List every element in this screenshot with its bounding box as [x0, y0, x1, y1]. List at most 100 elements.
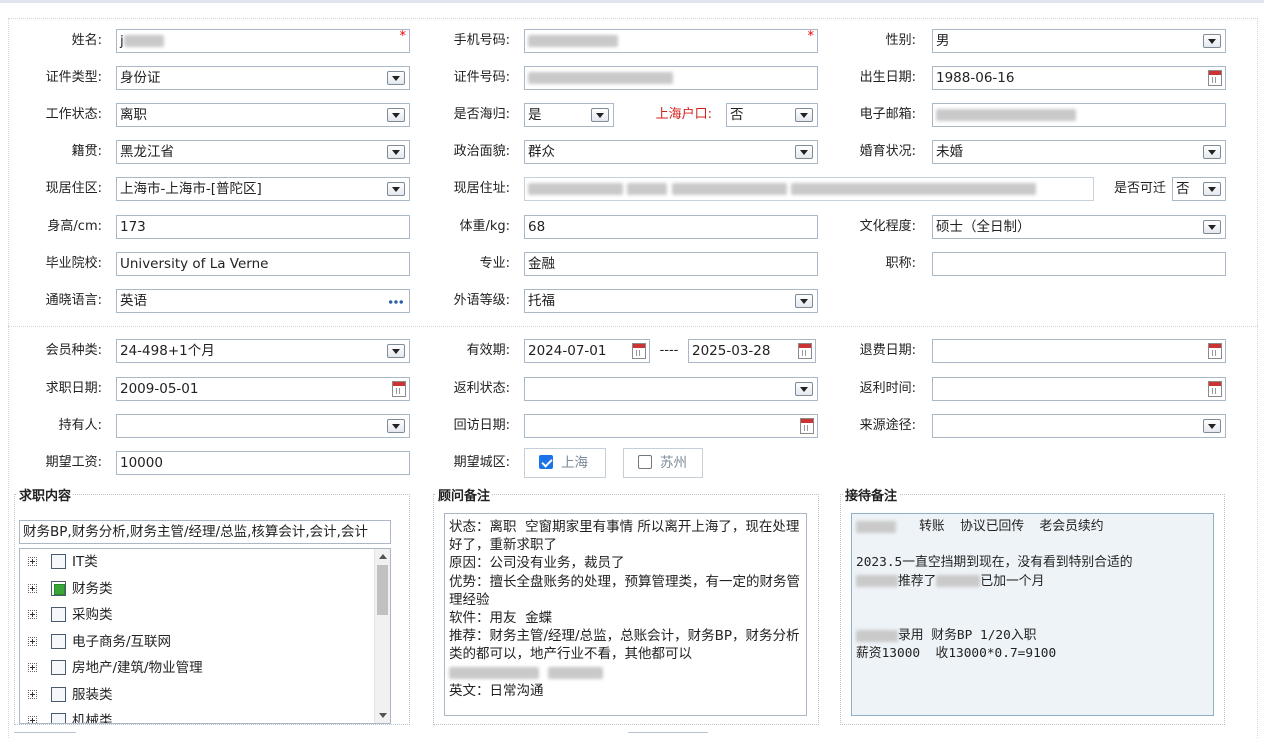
- calendar-icon[interactable]: [1208, 381, 1222, 397]
- expand-icon[interactable]: [28, 689, 37, 699]
- dropdown-arrow-icon[interactable]: [1203, 419, 1221, 433]
- tree-item[interactable]: 服装类: [20, 682, 390, 709]
- political-status-select[interactable]: 群众: [524, 140, 818, 164]
- tree-checkbox-icon[interactable]: [51, 686, 66, 702]
- tree-item[interactable]: 房地产/建筑/物业管理: [20, 655, 390, 682]
- native-place-select[interactable]: 黑龙江省: [116, 140, 410, 164]
- id-type-select[interactable]: 身份证: [116, 66, 410, 90]
- calendar-icon[interactable]: [800, 418, 814, 434]
- height-input[interactable]: 173: [116, 215, 410, 239]
- reception-notes-textarea[interactable]: 转账 协议已回传 老会员续约 2023.5一直空挡期到现在，没有看到特别合适的推…: [851, 513, 1214, 716]
- tree-checkbox-icon[interactable]: [51, 607, 66, 622]
- tree-item[interactable]: 机械类: [20, 708, 390, 723]
- holder-select[interactable]: [116, 414, 410, 438]
- dropdown-arrow-icon[interactable]: [1203, 182, 1221, 196]
- expand-icon[interactable]: [28, 636, 37, 646]
- dropdown-arrow-icon[interactable]: [1203, 34, 1221, 48]
- dropdown-arrow-icon[interactable]: [387, 182, 405, 196]
- tree-checkbox-icon[interactable]: [51, 633, 66, 649]
- email-input[interactable]: [932, 103, 1226, 127]
- tree-checkbox-icon[interactable]: [51, 580, 66, 596]
- tree-checkbox-icon[interactable]: [51, 713, 66, 723]
- job-title-input[interactable]: [932, 252, 1226, 276]
- bottom-section-edge: [14, 732, 76, 738]
- validity-label: 有效期:: [466, 343, 510, 358]
- language-level-select[interactable]: 托福: [524, 289, 818, 313]
- returnee-select[interactable]: 是: [524, 103, 614, 127]
- expand-icon[interactable]: [28, 583, 37, 593]
- relocatable-select[interactable]: 否: [1172, 177, 1226, 201]
- calendar-icon[interactable]: [798, 343, 812, 359]
- weight-input[interactable]: 68: [524, 215, 818, 239]
- dropdown-arrow-icon[interactable]: [387, 344, 405, 358]
- validity-start-input[interactable]: 2024-07-01: [524, 339, 650, 363]
- tree-checkbox-icon[interactable]: [51, 554, 66, 569]
- residence-area-select[interactable]: 上海市-上海市-[普陀区]: [116, 177, 410, 201]
- gender-select[interactable]: 男: [932, 29, 1226, 53]
- tree-item-label: 电子商务/互联网: [72, 633, 172, 650]
- rebate-status-select[interactable]: [524, 377, 818, 401]
- birthdate-input[interactable]: 1988-06-16: [932, 66, 1226, 90]
- dropdown-arrow-icon[interactable]: [387, 145, 405, 159]
- expand-icon[interactable]: [28, 610, 37, 619]
- dropdown-arrow-icon[interactable]: [387, 71, 405, 85]
- source-select[interactable]: [932, 414, 1226, 438]
- expand-icon[interactable]: [28, 557, 37, 566]
- name-input[interactable]: j *: [116, 29, 410, 53]
- mobile-input[interactable]: *: [524, 29, 818, 53]
- expand-icon[interactable]: [28, 716, 37, 723]
- expected-salary-input[interactable]: 10000: [116, 451, 410, 475]
- city-option-shanghai[interactable]: 上海: [524, 448, 606, 478]
- city-option-suzhou[interactable]: 苏州: [623, 448, 703, 478]
- visit-date-input[interactable]: [524, 414, 818, 438]
- scroll-down-icon[interactable]: [379, 713, 387, 718]
- validity-end-input[interactable]: 2025-03-28: [688, 339, 816, 363]
- residence-address-input[interactable]: [524, 177, 1094, 201]
- consultant-notes-textarea[interactable]: 状态：离职 空窗期家里有事情 所以离开上海了，现在处理好了，重新求职了 原因：公司…: [444, 513, 807, 716]
- checkbox-checked-icon[interactable]: [539, 455, 553, 469]
- refund-date-input[interactable]: [932, 339, 1226, 363]
- tree-checkbox-icon[interactable]: [51, 660, 66, 675]
- major-label: 专业:: [479, 256, 510, 271]
- marital-status-select[interactable]: 未婚: [932, 140, 1226, 164]
- job-search-date-input[interactable]: 2009-05-01: [116, 377, 410, 401]
- scroll-up-icon[interactable]: [379, 554, 387, 559]
- more-icon[interactable]: [388, 300, 404, 304]
- checkbox-icon[interactable]: [638, 455, 652, 469]
- dropdown-arrow-icon[interactable]: [795, 108, 813, 122]
- major-input[interactable]: 金融: [524, 252, 818, 276]
- dropdown-arrow-icon[interactable]: [795, 382, 813, 396]
- height-label: 身高/cm:: [47, 219, 102, 234]
- dropdown-arrow-icon[interactable]: [387, 108, 405, 122]
- visit-date-label: 回访日期:: [453, 418, 510, 433]
- tree-item[interactable]: 财务类: [20, 576, 390, 603]
- education-select[interactable]: 硕士（全日制）: [932, 215, 1226, 239]
- calendar-icon[interactable]: [392, 381, 406, 397]
- shanghai-hukou-select[interactable]: 否: [726, 103, 818, 127]
- dropdown-arrow-icon[interactable]: [387, 419, 405, 433]
- expand-icon[interactable]: [28, 663, 37, 672]
- calendar-icon[interactable]: [1208, 343, 1222, 359]
- languages-input[interactable]: 英语: [116, 289, 410, 313]
- dropdown-arrow-icon[interactable]: [1203, 145, 1221, 159]
- dropdown-arrow-icon[interactable]: [1203, 220, 1221, 234]
- tree-item[interactable]: 电子商务/互联网: [20, 629, 390, 656]
- school-input[interactable]: University of La Verne: [116, 252, 410, 276]
- work-status-select[interactable]: 离职: [116, 103, 410, 127]
- calendar-icon[interactable]: [1208, 70, 1222, 86]
- tree-item[interactable]: 采购类: [20, 602, 390, 629]
- id-number-input[interactable]: [524, 66, 818, 90]
- tree-item-label: 采购类: [72, 607, 113, 623]
- tree-item[interactable]: IT类: [20, 549, 390, 576]
- dropdown-arrow-icon[interactable]: [795, 294, 813, 308]
- dropdown-arrow-icon[interactable]: [591, 108, 609, 122]
- dropdown-arrow-icon[interactable]: [795, 145, 813, 159]
- calendar-icon[interactable]: [632, 343, 646, 359]
- job-selected-input[interactable]: 财务BP,财务分析,财务主管/经理/总监,核算会计,会计,会计: [19, 520, 391, 544]
- member-type-select[interactable]: 24-498+1个月: [116, 339, 410, 363]
- scroll-thumb[interactable]: [377, 565, 388, 615]
- divider: [8, 18, 1258, 19]
- tree-scrollbar[interactable]: [374, 549, 390, 723]
- rebate-time-input[interactable]: [932, 377, 1226, 401]
- birthdate-label: 出生日期:: [859, 70, 916, 85]
